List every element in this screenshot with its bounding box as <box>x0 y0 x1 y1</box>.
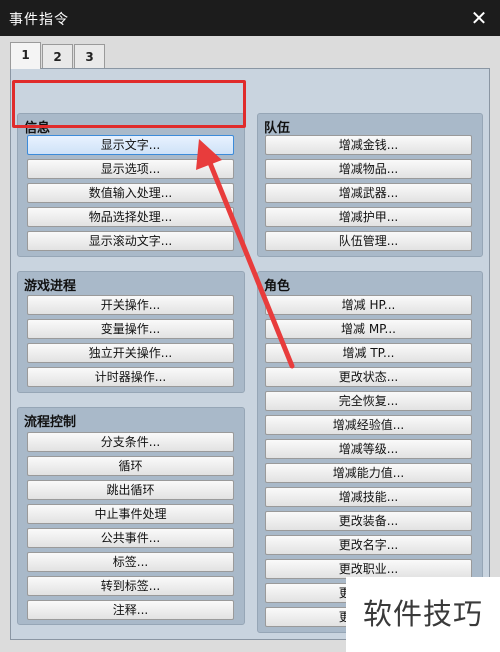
watermark-text: 软件技巧 <box>346 577 500 652</box>
tab-1[interactable]: 1 <box>10 42 41 69</box>
annotation-arrow-icon <box>196 139 295 369</box>
